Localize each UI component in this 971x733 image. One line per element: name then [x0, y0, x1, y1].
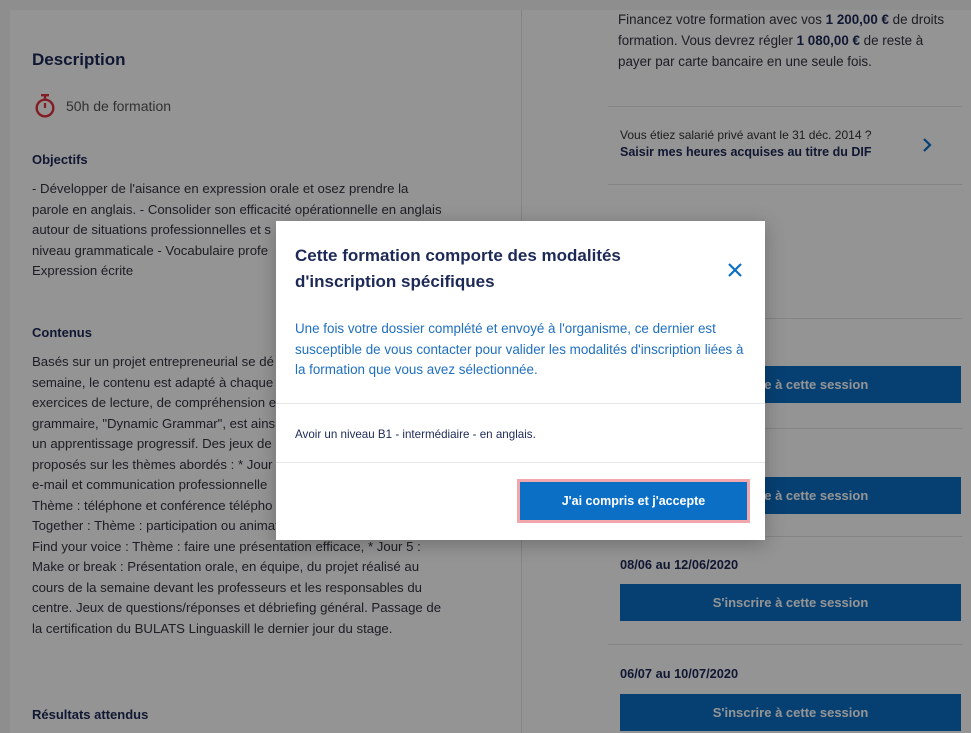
modal-title: Cette formation comporte des modalités d…: [295, 246, 621, 291]
accept-button[interactable]: J'ai compris et j'accepte: [517, 479, 750, 523]
registration-requirement: Avoir un niveau B1 - intermédiaire - en …: [295, 428, 536, 441]
modal-separator: [276, 462, 765, 463]
close-button[interactable]: [724, 259, 746, 281]
close-icon: [728, 263, 742, 277]
modal-body: Une fois votre dossier complété et envoy…: [295, 321, 744, 377]
registration-modal: Cette formation comporte des modalités d…: [276, 221, 765, 540]
modal-separator: [276, 403, 765, 404]
